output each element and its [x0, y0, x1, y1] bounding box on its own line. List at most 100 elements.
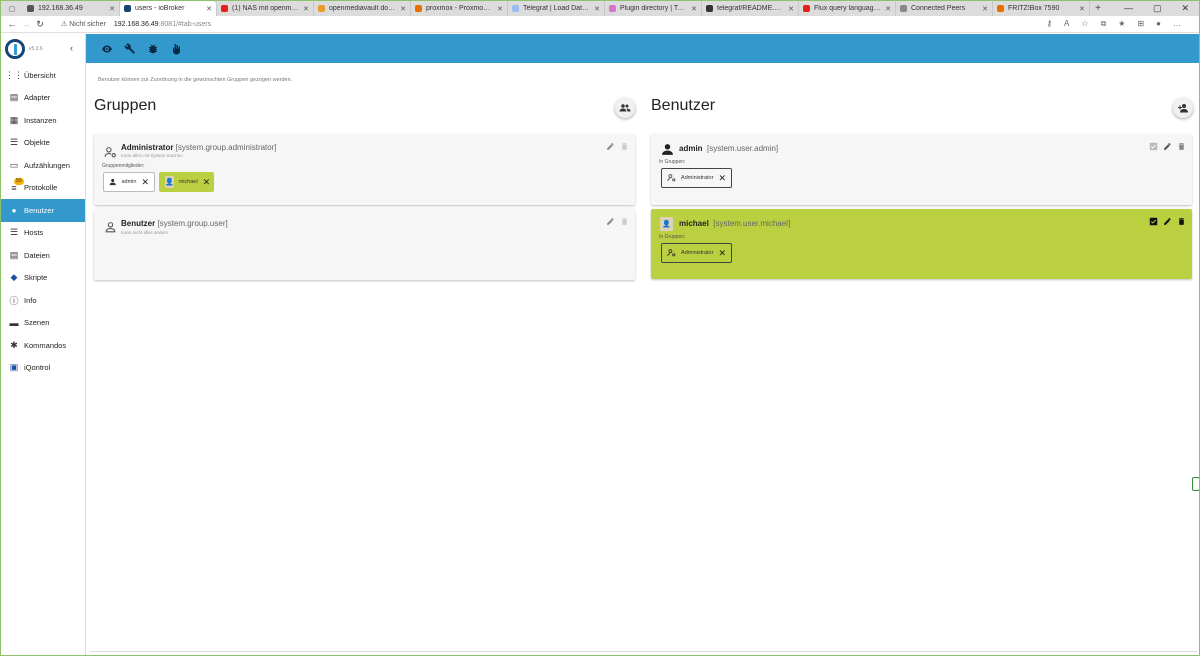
sidebar-item--bersicht[interactable]: ⋮⋮ Übersicht: [1, 64, 85, 87]
sidebar-item-label: Szenen: [24, 318, 50, 328]
member-chip-michael[interactable]: 👤 michael ✕: [159, 172, 214, 192]
user-group-chip[interactable]: Administrator ✕: [661, 168, 732, 188]
enabled-checkbox[interactable]: [1149, 138, 1158, 156]
group-card-administrator[interactable]: Administrator [system.group.administrato…: [94, 134, 635, 205]
favorites-icon[interactable]: ★: [1118, 19, 1125, 29]
close-tab-icon[interactable]: ✕: [885, 5, 891, 13]
delete-icon[interactable]: [620, 213, 629, 231]
bug-icon[interactable]: [146, 42, 159, 55]
user-id: [system.user.michael]: [713, 219, 791, 228]
browser-tab[interactable]: Telegraf | Load Data | Idb… ✕: [508, 1, 605, 16]
browser-tab[interactable]: proxmox - Proxmox Virtu…✕: [411, 1, 508, 16]
close-tab-icon[interactable]: ✕: [691, 5, 697, 13]
browser-tab[interactable]: Plugin directory | Telegra… ✕: [605, 1, 702, 16]
browser-tab[interactable]: openmediavault downloa…✕: [314, 1, 411, 16]
close-tab-icon[interactable]: ✕: [788, 5, 794, 13]
remove-member-icon[interactable]: ✕: [203, 177, 211, 188]
user-card-michael[interactable]: 👤 michael [system.user.michael] In Grupp…: [651, 209, 1192, 279]
delete-icon[interactable]: [1177, 213, 1186, 231]
group-id: [system.group.user]: [157, 219, 228, 228]
sidebar-item-szenen[interactable]: ▬ Szenen: [1, 312, 85, 335]
group-card-user[interactable]: Benutzer [system.group.user] Kann nicht …: [94, 209, 635, 280]
user-card-admin[interactable]: admin [system.user.admin] In Gruppen: Ad…: [651, 134, 1192, 205]
close-tab-icon[interactable]: ✕: [594, 5, 600, 13]
eye-icon[interactable]: [100, 42, 113, 55]
browser-tab[interactable]: (1) NAS mit openmediava…✕: [217, 1, 314, 16]
member-chip-admin[interactable]: admin ✕: [103, 172, 155, 192]
close-tab-icon[interactable]: ✕: [400, 5, 406, 13]
add-user-button[interactable]: [1173, 98, 1193, 118]
sidebar-item-hosts[interactable]: ☰ Hosts: [1, 222, 85, 245]
close-tab-icon[interactable]: ✕: [206, 5, 212, 13]
profile-icon[interactable]: ●: [1156, 19, 1161, 29]
close-tab-icon[interactable]: ✕: [497, 5, 503, 13]
sidebar-item-protokolle[interactable]: ≡ Protokolle 50: [1, 177, 85, 200]
group-description: Kann nicht alles ändern: [121, 230, 169, 235]
sidebar-item-kommandos[interactable]: ✱ Kommandos: [1, 334, 85, 357]
extensions-icon[interactable]: ⧉: [1101, 19, 1107, 29]
member-name: michael: [178, 179, 198, 185]
user-id: [system.user.admin]: [707, 144, 779, 153]
user-group-chip[interactable]: Administrator ✕: [661, 243, 732, 263]
sidebar-item-adapter[interactable]: ▤ Adapter: [1, 87, 85, 110]
address-bar: ← → ↻ ⚠ Nicht sicher 192.168.36.49:8081/…: [1, 16, 1199, 33]
hand-icon[interactable]: [169, 42, 182, 55]
enabled-checkbox[interactable]: [1149, 213, 1158, 231]
sidebar-item-skripte[interactable]: ◆ Skripte: [1, 267, 85, 290]
commands-icon: ✱: [10, 339, 18, 350]
collections-icon[interactable]: ⊞: [1137, 19, 1144, 29]
collapse-sidebar-icon[interactable]: ‹: [70, 43, 73, 53]
maximize-icon[interactable]: ▢: [1153, 3, 1162, 14]
sidebar-item-objekte[interactable]: ☰ Objekte: [1, 132, 85, 155]
sidebar-item-aufz-hlungen[interactable]: ▭ Aufzählungen: [1, 154, 85, 177]
edit-icon[interactable]: [1163, 213, 1172, 231]
drag-hint: Benutzer können zur Zuordnung in die gew…: [98, 77, 293, 83]
add-group-button[interactable]: [615, 98, 635, 118]
browser-tab[interactable]: FRITZ!Box 7590 ✕: [993, 1, 1090, 16]
delete-icon[interactable]: [620, 138, 629, 156]
wrench-icon[interactable]: [123, 42, 136, 55]
remove-group-icon[interactable]: ✕: [718, 248, 726, 259]
security-indicator[interactable]: ⚠ Nicht sicher: [61, 20, 106, 28]
sidebar-item-instanzen[interactable]: ▦ Instanzen: [1, 109, 85, 132]
edit-icon[interactable]: [1163, 138, 1172, 156]
browser-tab[interactable]: 192.168.36.49 ✕: [23, 1, 120, 16]
browser-tab[interactable]: users - ioBroker ✕: [120, 1, 217, 16]
browser-tab[interactable]: Connected Peers ✕: [896, 1, 993, 16]
edit-icon[interactable]: [606, 213, 615, 231]
new-tab-button[interactable]: +: [1090, 3, 1106, 14]
close-tab-icon[interactable]: ✕: [303, 5, 309, 13]
user-group-name: Administrator: [681, 175, 714, 181]
key-icon[interactable]: ⚷: [1046, 19, 1052, 29]
favicon-icon: [318, 5, 325, 12]
forward-icon[interactable]: →: [19, 19, 33, 29]
reload-icon[interactable]: ↻: [33, 19, 47, 30]
sidebar-item-label: Übersicht: [24, 70, 56, 80]
edit-icon[interactable]: [606, 138, 615, 156]
iobroker-logo: v5.3.6 ‹: [1, 34, 85, 64]
back-icon[interactable]: ←: [5, 19, 19, 29]
favorite-icon[interactable]: ☆: [1081, 19, 1088, 29]
group-name: Benutzer: [121, 219, 156, 228]
sidebar-item-dateien[interactable]: ▤ Dateien: [1, 244, 85, 267]
url-field[interactable]: 192.168.36.49:8081/#tab-users: [114, 21, 211, 28]
close-tab-icon[interactable]: ✕: [109, 5, 115, 13]
close-tab-icon[interactable]: ✕: [982, 5, 988, 13]
group-admin-icon: [667, 174, 676, 182]
tab-title: 192.168.36.49: [38, 5, 83, 12]
tab-actions-icon[interactable]: ▢: [1, 1, 23, 16]
sidebar-item-benutzer[interactable]: ● Benutzer: [1, 199, 85, 222]
sidebar-item-info[interactable]: ⓘ Info: [1, 289, 85, 312]
more-icon[interactable]: …: [1173, 19, 1181, 29]
remove-member-icon[interactable]: ✕: [141, 177, 149, 188]
browser-tab[interactable]: Flux query language and … ✕: [799, 1, 896, 16]
delete-icon[interactable]: [1177, 138, 1186, 156]
side-widget-icon[interactable]: [1192, 477, 1199, 491]
read-aloud-icon[interactable]: A: [1064, 19, 1069, 29]
browser-tab[interactable]: telegraf/README.md at m… ✕: [702, 1, 799, 16]
close-tab-icon[interactable]: ✕: [1079, 5, 1085, 13]
minimize-icon[interactable]: —: [1124, 3, 1133, 14]
remove-group-icon[interactable]: ✕: [718, 173, 726, 184]
close-window-icon[interactable]: ✕: [1181, 3, 1189, 14]
sidebar-item-iqontrol[interactable]: ▣ iQontrol: [1, 357, 85, 380]
